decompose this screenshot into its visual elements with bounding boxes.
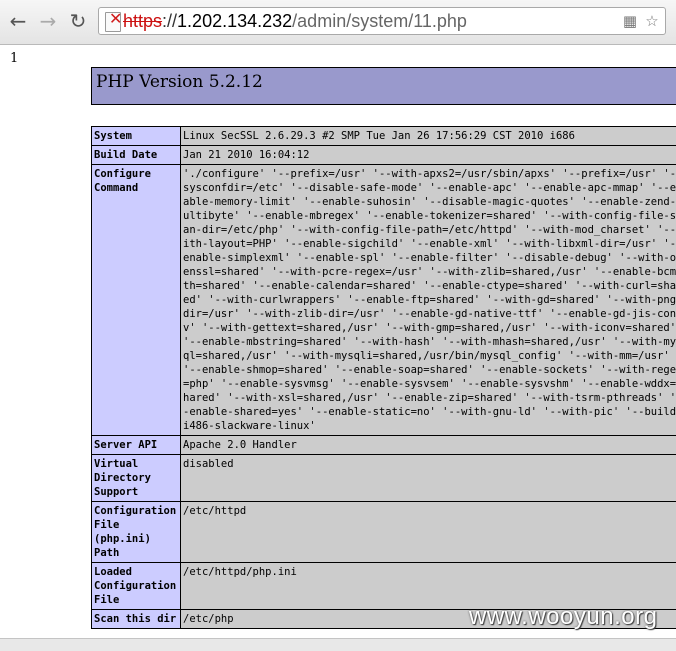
- url-scheme: https: [123, 11, 163, 31]
- row-key: Configure Command: [92, 165, 180, 435]
- row-key: Loaded Configuration File: [92, 563, 180, 609]
- row-value: Apache 2.0 Handler: [181, 436, 676, 454]
- watermark: www.wooyun.org: [469, 603, 658, 630]
- table-row: Virtual Directory Support disabled: [92, 455, 676, 501]
- address-bar[interactable]: ✕ https://1.202.134.232/admin/system/11.…: [98, 7, 666, 35]
- url-host: 1.202.134.232: [177, 11, 293, 31]
- insecure-x-icon: ✕: [109, 9, 123, 28]
- url-text[interactable]: https://1.202.134.232/admin/system/11.ph…: [123, 11, 467, 32]
- php-version-header: PHP Version 5.2.12: [91, 67, 676, 105]
- row-key: Configuration File (php.ini) Path: [92, 502, 180, 562]
- table-row: System Linux SecSSL 2.6.29.3 #2 SMP Tue J…: [92, 127, 676, 145]
- star-icon[interactable]: ☆: [643, 12, 661, 30]
- horizontal-scrollbar[interactable]: [0, 638, 676, 651]
- row-key: Server API: [92, 436, 180, 454]
- row-value: Jan 21 2010 16:04:12: [181, 146, 676, 164]
- table-row: Server API Apache 2.0 Handler: [92, 436, 676, 454]
- forward-arrow-icon[interactable]: →: [36, 8, 60, 34]
- table-row: Build Date Jan 21 2010 16:04:12: [92, 146, 676, 164]
- row-value: disabled: [181, 455, 676, 501]
- row-key: Build Date: [92, 146, 180, 164]
- url-path: /admin/system/11.php: [292, 11, 467, 31]
- url-separator: ://: [162, 11, 178, 31]
- page-action-icon[interactable]: ▦: [621, 12, 639, 30]
- row-value: Linux SecSSL 2.6.29.3 #2 SMP Tue Jan 26 …: [181, 127, 676, 145]
- row-value: /etc/httpd: [181, 502, 676, 562]
- table-row: Configure Command './configure' '--prefix…: [92, 165, 676, 435]
- page-content: 1 PHP Version 5.2.12 System Linux SecSSL …: [0, 45, 676, 650]
- row-key: Virtual Directory Support: [92, 455, 180, 501]
- back-arrow-icon[interactable]: ←: [6, 8, 30, 34]
- reload-icon[interactable]: ↻: [66, 8, 90, 34]
- phpinfo-table: System Linux SecSSL 2.6.29.3 #2 SMP Tue J…: [91, 126, 676, 629]
- browser-toolbar: ← → ↻ ✕ https://1.202.134.232/admin/syst…: [0, 0, 676, 45]
- php-version-title: PHP Version 5.2.12: [96, 72, 263, 92]
- row-key: Scan this dir: [92, 610, 180, 628]
- output-text: 1: [10, 51, 19, 66]
- row-key: System: [92, 127, 180, 145]
- row-value: './configure' '--prefix=/usr' '--with-ap…: [181, 165, 676, 435]
- table-row: Configuration File (php.ini) Path/etc/ht…: [92, 502, 676, 562]
